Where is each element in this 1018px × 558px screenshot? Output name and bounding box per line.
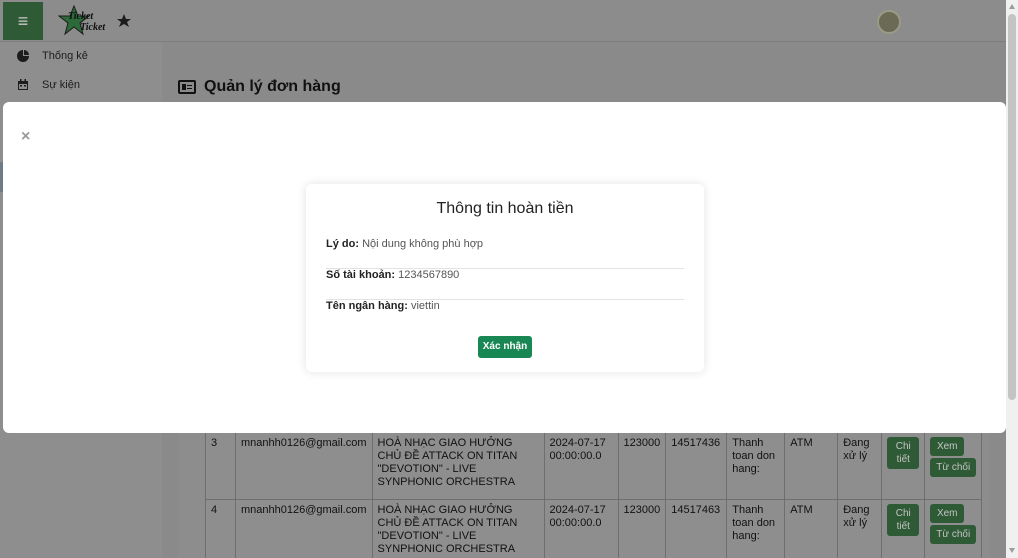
table-row: 3 mnanhh0126@gmail.com HOÀ NHẠC GIAO HƯỞ… (205, 432, 983, 500)
cell-actions: Xem Từ chối (924, 499, 983, 558)
svg-text:Ticket: Ticket (68, 11, 94, 22)
user-avatar[interactable] (877, 10, 901, 34)
refund-modal: × Thông tin hoàn tiền Lý do: Nội dung kh… (3, 102, 1006, 433)
cell-code: 14517463 (665, 499, 728, 558)
detail-button[interactable]: Chi tiết (887, 504, 920, 536)
cell-index: 3 (205, 432, 236, 500)
page-title: Quản lý đơn hàng (178, 78, 341, 96)
bank-label: Tên ngân hàng: (326, 300, 408, 312)
account-value: 1234567890 (398, 269, 460, 281)
cell-index: 4 (205, 499, 236, 558)
page-title-text: Quản lý đơn hàng (204, 78, 341, 95)
cell-method: ATM (784, 499, 839, 558)
refund-bank-row: Tên ngân hàng: viettin (326, 300, 684, 331)
cell-detail: Chi tiết (881, 432, 926, 500)
cell-payment: Thanh toan don hang: (726, 499, 786, 558)
cell-amount: 123000 (617, 432, 667, 500)
view-button[interactable]: Xem (930, 504, 965, 523)
pie-chart-icon (17, 50, 29, 62)
cell-email: mnanhh0126@gmail.com (235, 499, 373, 558)
cell-email: mnanhh0126@gmail.com (235, 432, 373, 500)
detail-button[interactable]: Chi tiết (887, 437, 920, 469)
table-row: 4 mnanhh0126@gmail.com HOÀ NHẠC GIAO HƯỞ… (205, 499, 983, 558)
view-button[interactable]: Xem (930, 437, 965, 456)
cell-payment: Thanh toan don hang: (726, 432, 786, 500)
refund-title: Thông tin hoàn tiền (436, 200, 574, 217)
bank-value: viettin (410, 300, 440, 312)
cell-date: 2024-07-17 00:00:00.0 (543, 499, 619, 558)
id-card-icon (178, 80, 196, 94)
top-navbar: ≡ Ticket Ticket (0, 0, 1006, 42)
refund-account-row: Số tài khoản: 1234567890 (326, 269, 684, 300)
cell-status: Đang xử lý (837, 432, 883, 500)
refund-reason-row: Lý do: Nội dung không phù hợp (326, 238, 684, 269)
sidebar-item-label: Thống kê (42, 50, 88, 62)
cell-actions: Xem Từ chối (924, 432, 983, 500)
close-icon[interactable]: × (21, 128, 30, 146)
ticket-logo-icon: Ticket Ticket (57, 4, 131, 36)
cell-amount: 123000 (617, 499, 667, 558)
calendar-icon (18, 79, 28, 90)
scrollbar[interactable] (1006, 0, 1018, 558)
cell-code: 14517436 (665, 432, 728, 500)
scroll-down-arrow-icon[interactable] (1009, 548, 1015, 553)
reason-label: Lý do: (326, 238, 359, 250)
cell-event: HOÀ NHẠC GIAO HƯỞNG CHỦ ĐỀ ATTACK ON TIT… (371, 499, 545, 558)
sidebar-item-label: Sự kiện (42, 79, 80, 91)
account-label: Số tài khoản: (326, 269, 396, 281)
svg-text:Ticket: Ticket (80, 22, 106, 33)
sidebar-item-statistics[interactable]: Thống kê (0, 42, 162, 70)
reason-value: Nội dung không phù hợp (362, 238, 484, 250)
reject-button[interactable]: Từ chối (930, 458, 977, 477)
cell-method: ATM (784, 432, 839, 500)
cell-detail: Chi tiết (881, 499, 926, 558)
orders-table: 3 mnanhh0126@gmail.com HOÀ NHẠC GIAO HƯỞ… (205, 432, 983, 558)
scroll-up-arrow-icon[interactable] (1009, 4, 1015, 9)
logo[interactable]: Ticket Ticket (57, 4, 132, 37)
reject-button[interactable]: Từ chối (930, 525, 977, 544)
refund-info-card: Thông tin hoàn tiền Lý do: Nội dung khôn… (306, 184, 704, 372)
sidebar-item-events[interactable]: Sự kiện (0, 71, 162, 99)
cell-date: 2024-07-17 00:00:00.0 (543, 432, 619, 500)
hamburger-icon[interactable]: ≡ (3, 2, 43, 40)
confirm-button[interactable]: Xác nhận (478, 336, 532, 358)
cell-event: HOÀ NHẠC GIAO HƯỞNG CHỦ ĐỀ ATTACK ON TIT… (371, 432, 545, 500)
scroll-thumb[interactable] (1008, 14, 1016, 400)
cell-status: Đang xử lý (837, 499, 883, 558)
